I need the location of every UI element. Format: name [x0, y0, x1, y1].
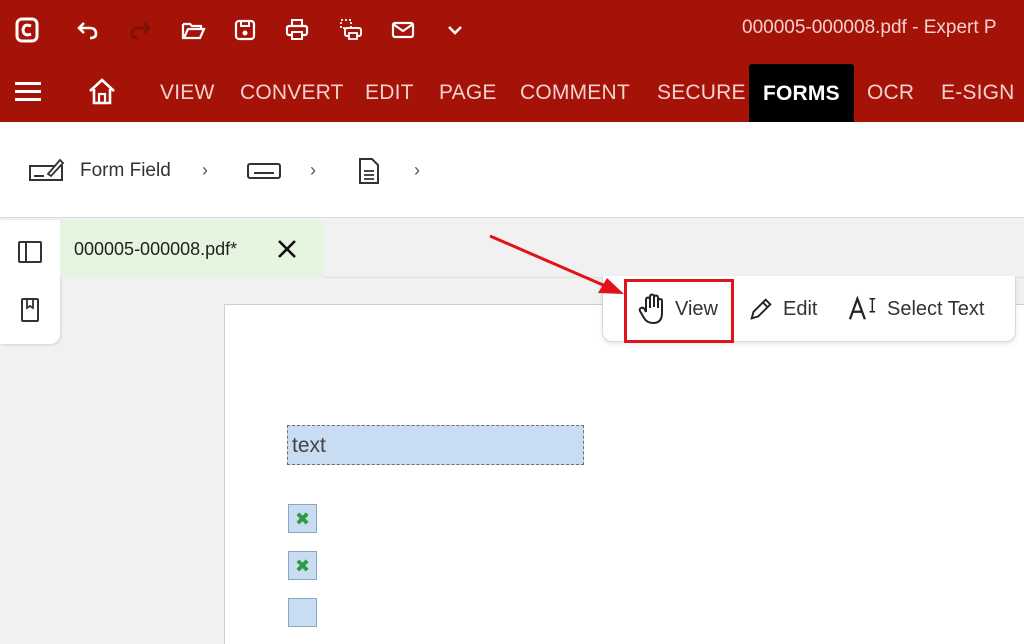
select-text-mode-label: Select Text: [887, 297, 985, 320]
tab-comment[interactable]: COMMENT: [506, 60, 644, 122]
chevron-right-icon: ›: [310, 160, 316, 180]
select-text-mode-button[interactable]: Select Text: [847, 288, 984, 330]
panel-toggle-icon[interactable]: [14, 236, 46, 268]
check-mark-icon: ✖: [294, 555, 311, 576]
ribbon-tab-bar: VIEW CONVERT EDIT PAGE COMMENT SECURE FO…: [0, 60, 1024, 122]
form-field-icon: [29, 158, 65, 181]
title-bar: 000005-000008.pdf - Expert P: [0, 0, 1024, 60]
open-folder-icon[interactable]: [176, 13, 210, 47]
close-icon[interactable]: [272, 234, 302, 264]
side-panel: [0, 220, 60, 344]
mail-icon[interactable]: [386, 13, 420, 47]
hamburger-menu-icon[interactable]: [12, 78, 46, 106]
chevron-down-icon[interactable]: [438, 13, 472, 47]
print-icon[interactable]: [280, 13, 314, 47]
undo-icon[interactable]: [70, 13, 104, 47]
save-icon[interactable]: [228, 13, 262, 47]
batch-print-icon[interactable]: [334, 13, 368, 47]
edit-mode-button[interactable]: Edit: [747, 288, 817, 330]
text-cursor-icon: [848, 295, 876, 320]
breadcrumb-document[interactable]: [356, 156, 382, 186]
breadcrumb-text-field[interactable]: [246, 156, 282, 186]
tab-forms[interactable]: FORMS: [749, 64, 854, 122]
document-tab[interactable]: 000005-000008.pdf*: [60, 220, 324, 278]
highlight-box: [624, 279, 734, 343]
tab-ocr[interactable]: OCR: [853, 60, 928, 122]
edit-mode-label: Edit: [783, 297, 818, 320]
redo-icon[interactable]: [124, 13, 158, 47]
tab-e-sign[interactable]: E-SIGN: [927, 60, 1024, 122]
tab-convert[interactable]: CONVERT: [226, 60, 358, 122]
document-tab-label: 000005-000008.pdf*: [74, 238, 238, 259]
annotation-arrow: [489, 234, 624, 294]
text-field-value: text: [292, 434, 326, 457]
chevron-right-icon: ›: [414, 160, 420, 180]
check-mark-icon: ✖: [294, 508, 311, 529]
forms-toolbar: Form Field › › ›: [0, 122, 1024, 218]
text-field-icon: [247, 163, 281, 179]
tab-view[interactable]: VIEW: [146, 60, 228, 122]
breadcrumb-label: Form Field: [80, 160, 171, 181]
bookmark-icon[interactable]: [14, 294, 46, 326]
home-icon[interactable]: [84, 76, 120, 108]
chevron-right-icon: ›: [202, 160, 208, 180]
form-text-field[interactable]: text: [287, 425, 584, 465]
tab-edit[interactable]: EDIT: [351, 60, 428, 122]
window-title: 000005-000008.pdf - Expert P: [742, 17, 997, 38]
document-icon: [359, 158, 379, 184]
form-checkbox[interactable]: ✖: [288, 551, 317, 580]
tab-page[interactable]: PAGE: [425, 60, 511, 122]
pdf-page: [224, 304, 1024, 644]
breadcrumb-form-field[interactable]: Form Field: [28, 156, 171, 186]
form-checkbox[interactable]: ✖: [288, 504, 317, 533]
app-logo-icon[interactable]: [10, 13, 44, 47]
tab-secure[interactable]: SECURE: [643, 60, 760, 122]
pencil-icon: [750, 298, 772, 320]
form-checkbox[interactable]: [288, 598, 317, 627]
